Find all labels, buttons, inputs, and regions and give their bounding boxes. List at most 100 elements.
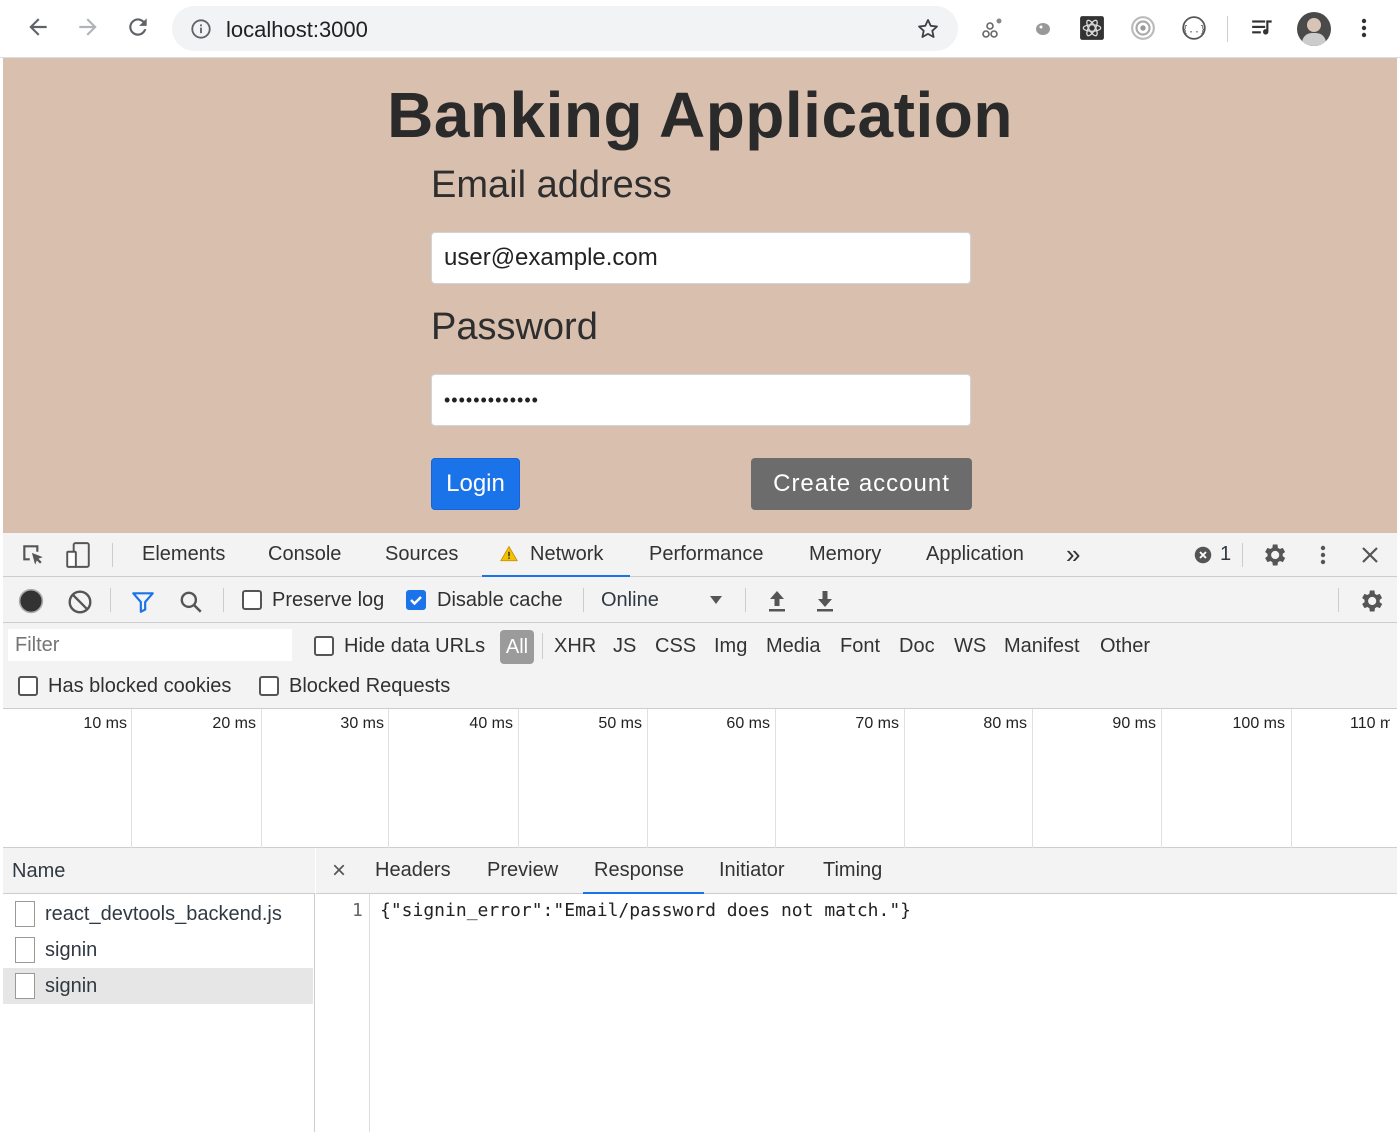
password-field[interactable]: ••••••••••••• bbox=[431, 374, 971, 426]
request-name: signin bbox=[45, 974, 98, 997]
preserve-log-checkbox[interactable] bbox=[242, 590, 262, 610]
document-file-icon bbox=[15, 937, 35, 963]
toolbar-separator bbox=[1227, 16, 1228, 42]
hide-data-urls-checkbox[interactable] bbox=[314, 636, 334, 656]
tab-memory[interactable]: Memory bbox=[809, 543, 881, 566]
filter-type-img[interactable]: Img bbox=[714, 635, 747, 658]
request-detail-pane: × Headers Preview Response Initiator Tim… bbox=[316, 848, 1397, 1132]
close-detail-button[interactable]: × bbox=[332, 857, 346, 885]
toolbar-separator bbox=[110, 588, 111, 612]
tab-console[interactable]: Console bbox=[268, 543, 341, 566]
tab-preview[interactable]: Preview bbox=[487, 859, 558, 882]
close-devtools-icon[interactable] bbox=[1358, 543, 1382, 567]
request-name: signin bbox=[45, 938, 98, 961]
back-button[interactable] bbox=[21, 10, 55, 44]
devtools-menu-kebab-icon[interactable] bbox=[1313, 543, 1333, 567]
timeline-tick-label: 20 ms bbox=[212, 715, 256, 732]
filter-type-media[interactable]: Media bbox=[766, 635, 820, 658]
name-column-header[interactable]: Name bbox=[3, 848, 315, 894]
extension-react-icon[interactable] bbox=[1077, 13, 1107, 43]
request-row-selected[interactable]: signin bbox=[3, 968, 313, 1004]
info-icon[interactable] bbox=[190, 18, 212, 40]
clear-icon[interactable] bbox=[67, 589, 93, 615]
tab-elements[interactable]: Elements bbox=[142, 543, 225, 566]
disable-cache-checkbox[interactable] bbox=[406, 590, 426, 610]
tab-timing[interactable]: Timing bbox=[823, 859, 882, 882]
timeline-gridline bbox=[388, 709, 389, 848]
extension-json-icon[interactable]: {..} bbox=[1179, 13, 1209, 43]
timeline-tick-label: 50 ms bbox=[598, 715, 642, 732]
filter-type-css[interactable]: CSS bbox=[655, 635, 696, 658]
tab-response[interactable]: Response bbox=[583, 848, 704, 894]
profile-avatar[interactable] bbox=[1297, 12, 1331, 46]
email-field[interactable]: user@example.com bbox=[431, 232, 971, 284]
hide-data-urls-label: Hide data URLs bbox=[344, 635, 486, 657]
device-toolbar-icon[interactable] bbox=[65, 541, 91, 569]
media-queue-icon[interactable] bbox=[1248, 13, 1278, 43]
tab-initiator[interactable]: Initiator bbox=[719, 859, 785, 882]
forward-button[interactable] bbox=[71, 10, 105, 44]
timeline-tick-label: 40 ms bbox=[469, 715, 513, 732]
throttling-select[interactable]: Online bbox=[601, 589, 729, 613]
has-blocked-cookies-checkbox[interactable] bbox=[18, 676, 38, 696]
request-name: react_devtools_backend.js bbox=[45, 902, 282, 925]
tab-sources[interactable]: Sources bbox=[385, 543, 458, 566]
more-tabs-button[interactable]: » bbox=[1066, 539, 1080, 570]
filter-type-all[interactable]: All bbox=[500, 630, 534, 664]
error-counter[interactable]: 1 bbox=[1194, 543, 1231, 566]
search-icon[interactable] bbox=[178, 589, 204, 615]
response-body[interactable]: {"signin_error":"Email/password does not… bbox=[380, 900, 911, 921]
tab-application[interactable]: Application bbox=[926, 543, 1024, 566]
create-account-button[interactable]: Create account bbox=[751, 458, 972, 510]
tab-separator bbox=[1242, 543, 1243, 567]
error-icon bbox=[1194, 546, 1212, 563]
tab-performance[interactable]: Performance bbox=[649, 543, 764, 566]
timeline-tick-label: 30 ms bbox=[340, 715, 384, 732]
browser-menu-kebab-icon[interactable] bbox=[1349, 13, 1379, 43]
filter-type-js[interactable]: JS bbox=[613, 635, 636, 658]
inspect-element-icon[interactable] bbox=[20, 542, 46, 568]
tab-headers[interactable]: Headers bbox=[375, 859, 451, 882]
bookmark-star-icon[interactable] bbox=[916, 17, 940, 41]
request-row[interactable]: signin bbox=[3, 932, 313, 968]
svg-text:{..}: {..} bbox=[1182, 24, 1205, 35]
request-row[interactable]: react_devtools_backend.js bbox=[3, 896, 313, 932]
has-blocked-cookies-label: Has blocked cookies bbox=[48, 675, 232, 697]
reload-button[interactable] bbox=[121, 10, 155, 44]
extension-puppet-icon[interactable] bbox=[1028, 13, 1058, 43]
back-arrow-icon bbox=[29, 18, 47, 36]
line-number-gutter: 1 bbox=[316, 894, 370, 1132]
extension-target-icon[interactable] bbox=[1128, 13, 1158, 43]
request-list: Name react_devtools_backend.js signin si… bbox=[3, 848, 315, 1132]
export-download-icon[interactable] bbox=[813, 588, 837, 614]
extension-graph-icon[interactable] bbox=[977, 13, 1007, 43]
filter-type-doc[interactable]: Doc bbox=[899, 635, 935, 658]
filter-input[interactable] bbox=[8, 629, 292, 661]
filter-type-other[interactable]: Other bbox=[1100, 635, 1150, 658]
filter-type-ws[interactable]: WS bbox=[954, 635, 986, 658]
page-title: Banking Application bbox=[387, 79, 1013, 151]
filter-type-xhr[interactable]: XHR bbox=[554, 635, 596, 658]
settings-gear-icon[interactable] bbox=[1260, 541, 1288, 569]
timeline-gridline bbox=[775, 709, 776, 848]
tab-network[interactable]: Network bbox=[482, 533, 630, 577]
toolbar-separator bbox=[223, 588, 224, 612]
filter-type-manifest[interactable]: Manifest bbox=[1004, 635, 1080, 658]
toolbar-separator bbox=[1338, 588, 1339, 612]
filter-funnel-icon[interactable] bbox=[130, 589, 156, 615]
record-icon[interactable] bbox=[18, 588, 44, 614]
timeline-tick-label: 10 ms bbox=[83, 715, 127, 732]
blocked-requests-checkbox[interactable] bbox=[259, 676, 279, 696]
address-bar[interactable]: localhost:3000 bbox=[172, 6, 958, 51]
login-button[interactable]: Login bbox=[431, 458, 520, 510]
filter-type-font[interactable]: Font bbox=[840, 635, 880, 658]
script-file-icon bbox=[15, 901, 35, 927]
toolbar-separator bbox=[583, 588, 584, 612]
throttling-value: Online bbox=[601, 589, 659, 611]
network-filter-bar: Hide data URLs All XHR JS CSS Img Media … bbox=[3, 623, 1397, 709]
timeline-gridline bbox=[904, 709, 905, 848]
tab-response-label: Response bbox=[594, 859, 685, 881]
import-upload-icon[interactable] bbox=[765, 588, 789, 614]
network-timeline-overview[interactable]: 10 ms 20 ms 30 ms 40 ms 50 ms 60 ms 70 m… bbox=[3, 709, 1397, 848]
network-settings-gear-icon[interactable] bbox=[1357, 587, 1385, 615]
